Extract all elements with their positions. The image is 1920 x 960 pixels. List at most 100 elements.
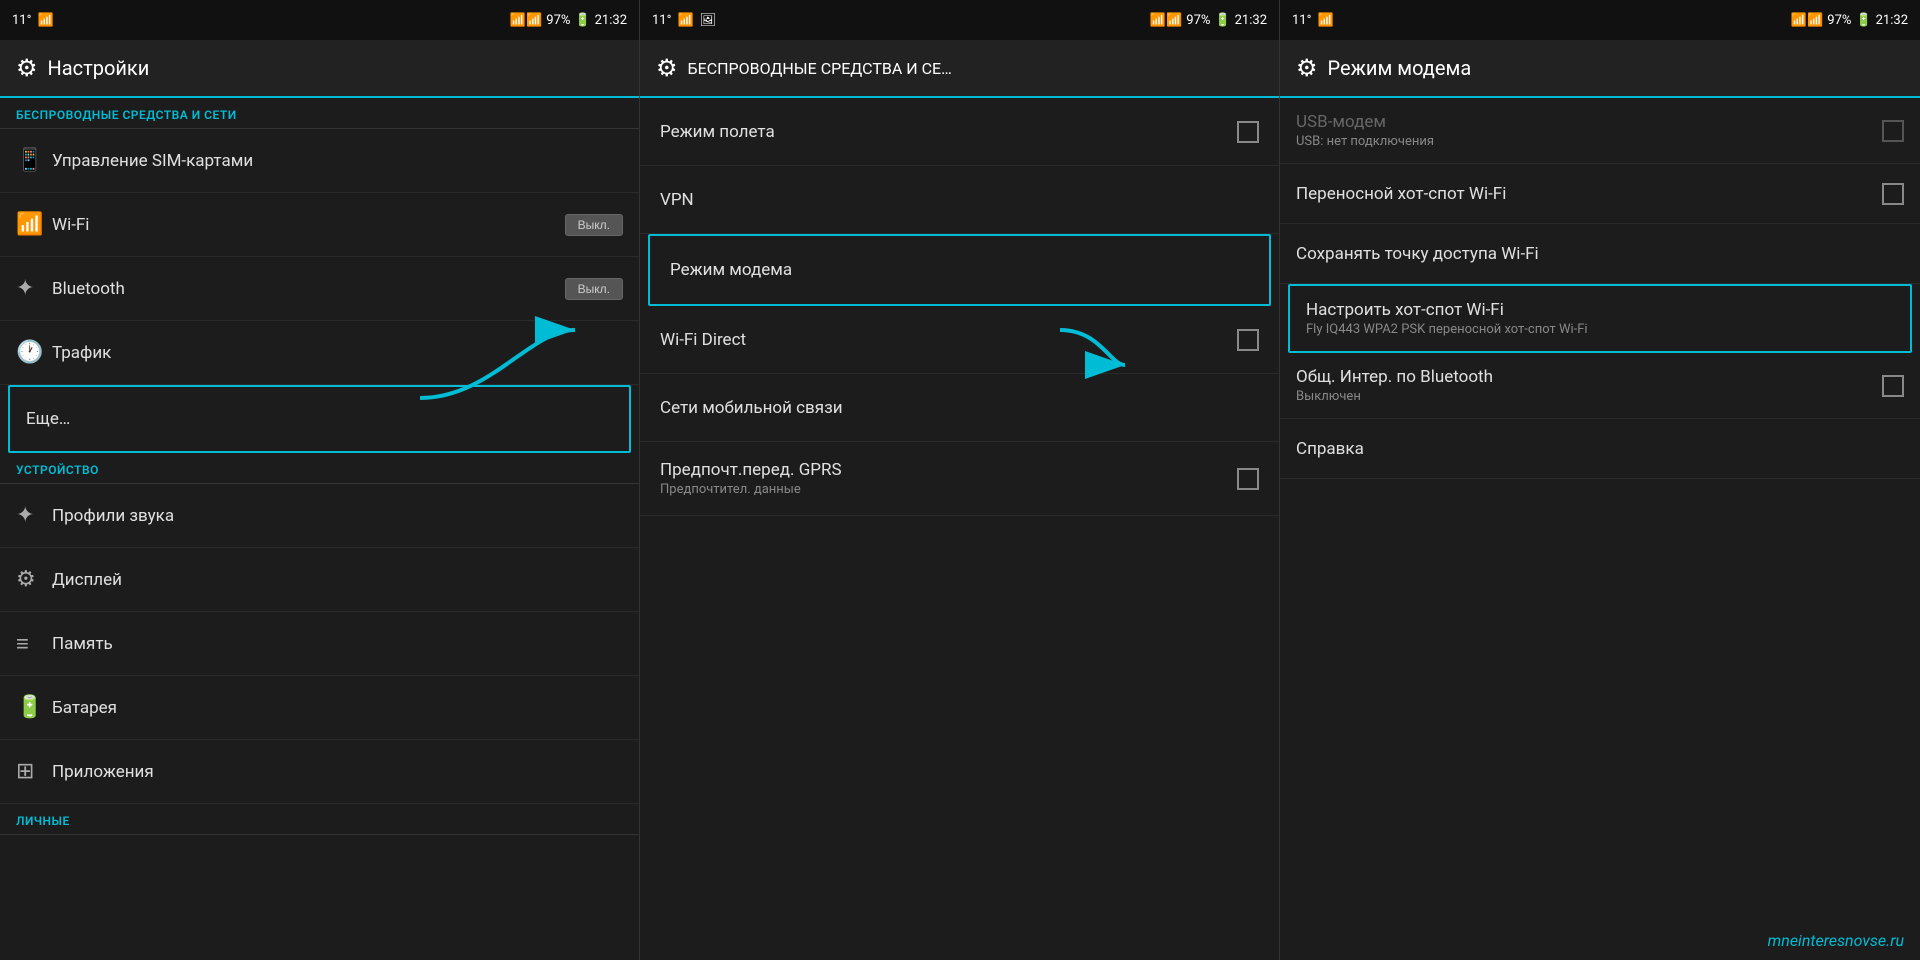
p2-airplane-checkbox[interactable] <box>1237 121 1259 143</box>
p2-mobile-net[interactable]: Сети мобильной связи <box>640 374 1279 442</box>
p2-airplane[interactable]: Режим полета <box>640 98 1279 166</box>
p2-modem-highlight: Режим модема <box>648 234 1271 306</box>
traffic-icon: 🕐 <box>16 340 52 365</box>
p2-vpn-content: VPN <box>660 190 694 210</box>
p3-configure-highlight: Настроить хот-спот Wi-Fi Fly IQ443 WPA2 … <box>1288 284 1912 353</box>
display-label: Дисплей <box>52 570 122 590</box>
app-header-3: ⚙ Режим модема <box>1280 40 1920 98</box>
battery-settings-icon: 🔋 <box>16 695 52 720</box>
bluetooth-toggle[interactable]: Выкл. <box>565 278 623 300</box>
panel-3: 11° 📶 📶📶 97% 🔋 21:32 ⚙ Режим модема USB-… <box>1280 0 1920 960</box>
settings-item-more[interactable]: Еще… <box>10 387 629 451</box>
p2-vpn[interactable]: VPN <box>640 166 1279 234</box>
battery-icon-3: 🔋 <box>1855 13 1871 28</box>
p3-usb[interactable]: USB-модем USB: нет подключения <box>1280 98 1920 164</box>
p3-bt-tether[interactable]: Общ. Интер. по Bluetooth Выключен <box>1280 353 1920 419</box>
settings-item-display[interactable]: ⚙ Дисплей <box>0 548 639 612</box>
photo-icon: 🖼 <box>700 13 717 28</box>
battery-label: Батарея <box>52 698 117 718</box>
settings-item-traffic[interactable]: 🕐 Трафик <box>0 321 639 385</box>
p3-configure[interactable]: Настроить хот-спот Wi-Fi Fly IQ443 WPA2 … <box>1290 286 1910 351</box>
status-bar-2: 11° 📶 🖼 📶📶 97% 🔋 21:32 <box>640 0 1279 40</box>
p3-save-hotspot-content: Сохранять точку доступа Wi-Fi <box>1296 244 1539 264</box>
sound-icon: ✦ <box>16 503 52 528</box>
p2-gprs-label: Предпочт.перед. GPRS <box>660 460 842 480</box>
display-icon: ⚙ <box>16 567 52 592</box>
p3-save-hotspot[interactable]: Сохранять точку доступа Wi-Fi <box>1280 224 1920 284</box>
settings-item-battery[interactable]: 🔋 Батарея <box>0 676 639 740</box>
settings-item-wifi[interactable]: 📶 Wi-Fi Выкл. <box>0 193 639 257</box>
signal-bars-1: 📶📶 <box>510 13 542 28</box>
status-bar-1: 11° 📶 📶📶 97% 🔋 21:32 <box>0 0 639 40</box>
time-3: 21:32 <box>1876 13 1908 28</box>
wifi-toggle[interactable]: Выкл. <box>565 214 623 236</box>
battery-icon-1: 🔋 <box>574 13 590 28</box>
p2-gprs[interactable]: Предпочт.перед. GPRS Предпочтител. данны… <box>640 442 1279 516</box>
p3-bt-tether-label: Общ. Интер. по Bluetooth <box>1296 367 1493 387</box>
wifi-label: Wi-Fi <box>52 215 89 235</box>
section-personal: ЛИЧНЫЕ <box>0 804 639 835</box>
bluetooth-label: Bluetooth <box>52 279 125 299</box>
battery-pct-2: 97% <box>1186 13 1210 28</box>
p3-usb-content: USB-модем USB: нет подключения <box>1296 112 1434 149</box>
settings-item-sim[interactable]: 📱 Управление SIM-картами <box>0 129 639 193</box>
p3-usb-label: USB-модем <box>1296 112 1434 132</box>
wifi-icon: 📶 <box>16 212 52 237</box>
p2-modem[interactable]: Режим модема <box>650 236 1269 304</box>
p3-help[interactable]: Справка <box>1280 419 1920 479</box>
signal-icon-1: 📶 <box>37 13 53 28</box>
signal-bars-3: 📶📶 <box>1791 13 1823 28</box>
settings-icon-3: ⚙ <box>1296 54 1318 82</box>
battery-1: 97% <box>546 13 570 28</box>
more-content: Еще… <box>26 409 613 429</box>
p2-wifi-direct-checkbox[interactable] <box>1237 329 1259 351</box>
p3-bt-tether-content: Общ. Интер. по Bluetooth Выключен <box>1296 367 1493 404</box>
p3-help-label: Справка <box>1296 439 1364 459</box>
p3-bt-tether-sub: Выключен <box>1296 389 1493 404</box>
p3-configure-label: Настроить хот-спот Wi-Fi <box>1306 300 1588 320</box>
sim-label: Управление SIM-картами <box>52 151 253 171</box>
traffic-content: Трафик <box>52 343 623 363</box>
p3-usb-checkbox[interactable] <box>1882 120 1904 142</box>
p2-mobile-net-content: Сети мобильной связи <box>660 398 843 418</box>
status-right-1: 📶📶 97% 🔋 21:32 <box>510 13 627 28</box>
settings-item-memory[interactable]: ≡ Память <box>0 612 639 676</box>
p2-airplane-content: Режим полета <box>660 122 775 142</box>
settings-item-bluetooth[interactable]: ✦ Bluetooth Выкл. <box>0 257 639 321</box>
settings-item-sound[interactable]: ✦ Профили звука <box>0 484 639 548</box>
battery-pct-3: 97% <box>1827 13 1851 28</box>
app-header-2: ⚙ БЕСПРОВОДНЫЕ СРЕДСТВА И СЕ… <box>640 40 1279 98</box>
header-title-1: Настройки <box>48 56 150 80</box>
temp-2: 11° <box>652 13 671 28</box>
p3-configure-sub: Fly IQ443 WPA2 PSK переносной хот-спот W… <box>1306 322 1588 337</box>
sound-label: Профили звука <box>52 506 174 526</box>
memory-icon: ≡ <box>16 631 52 657</box>
p2-wifi-direct[interactable]: Wi-Fi Direct <box>640 306 1279 374</box>
p3-help-content: Справка <box>1296 439 1364 459</box>
p3-hotspot[interactable]: Переносной хот-спот Wi-Fi <box>1280 164 1920 224</box>
sim-content: Управление SIM-картами <box>52 151 623 171</box>
p2-gprs-checkbox[interactable] <box>1237 468 1259 490</box>
more-highlight: Еще… <box>8 385 631 453</box>
signal-bars-2: 📶📶 <box>1150 13 1182 28</box>
settings-item-apps[interactable]: ⊞ Приложения <box>0 740 639 804</box>
p3-bt-tether-checkbox[interactable] <box>1882 375 1904 397</box>
signal-icon-3: 📶 <box>1317 13 1333 28</box>
p2-airplane-label: Режим полета <box>660 122 775 142</box>
p2-gprs-sub: Предпочтител. данные <box>660 482 842 497</box>
p2-modem-content: Режим модема <box>670 260 792 280</box>
p2-gprs-content: Предпочт.перед. GPRS Предпочтител. данны… <box>660 460 842 497</box>
memory-label: Память <box>52 634 113 654</box>
bluetooth-icon: ✦ <box>16 276 52 301</box>
p2-mobile-net-label: Сети мобильной связи <box>660 398 843 418</box>
panel-2: 11° 📶 🖼 📶📶 97% 🔋 21:32 ⚙ БЕСПРОВОДНЫЕ СР… <box>640 0 1280 960</box>
time-2: 21:32 <box>1235 13 1267 28</box>
more-label: Еще… <box>26 409 70 429</box>
apps-label: Приложения <box>52 762 154 782</box>
header-title-2: БЕСПРОВОДНЫЕ СРЕДСТВА И СЕ… <box>688 59 952 78</box>
watermark: mneinteresnovse.ru <box>1280 921 1920 960</box>
p3-hotspot-checkbox[interactable] <box>1882 183 1904 205</box>
p2-vpn-label: VPN <box>660 190 694 210</box>
apps-icon: ⊞ <box>16 759 52 784</box>
temp-1: 11° <box>12 13 31 28</box>
